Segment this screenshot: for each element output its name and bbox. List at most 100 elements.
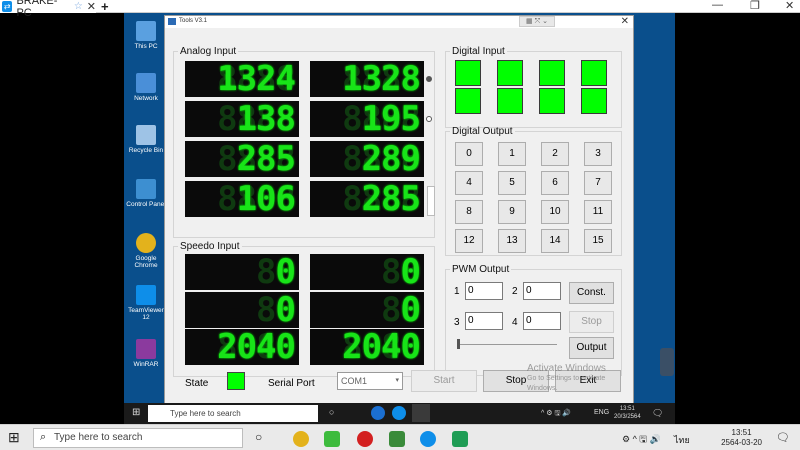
activate-windows-watermark: Activate Windows Go to Settings to activ…	[527, 363, 606, 393]
digital-output-button[interactable]: 13	[498, 229, 526, 253]
tools-titlebar[interactable]: Tools V3.1 ✕	[165, 16, 633, 28]
desktop-icon-teamviewer[interactable]: TeamViewer 12	[124, 285, 168, 321]
task-view-icon[interactable]: ○	[255, 430, 262, 444]
teamviewer-icon[interactable]	[392, 406, 406, 420]
digital-input-led	[497, 88, 523, 114]
speedo-display: 8888 2040	[185, 329, 299, 365]
notification-icon[interactable]: 🗨	[776, 431, 790, 444]
digital-output-button[interactable]: 0	[455, 142, 483, 166]
opera-icon[interactable]	[357, 431, 373, 447]
analog-display: 8888 289	[310, 141, 424, 177]
desktop-icon-recycle-bin[interactable]: Recycle Bin	[124, 125, 168, 154]
windows-start-icon[interactable]: ⊞	[8, 429, 20, 446]
digital-output-button[interactable]: 12	[455, 229, 483, 253]
minimize-button[interactable]: —	[712, 0, 723, 11]
task-view-icon[interactable]: ○	[329, 407, 334, 417]
new-tab-button[interactable]: +	[101, 0, 109, 14]
edge-icon[interactable]	[371, 406, 385, 420]
host-clock[interactable]: 13:51 2564-03-20	[721, 428, 762, 448]
digital-output-legend: Digital Output	[452, 126, 513, 137]
analog-scrollbar[interactable]	[427, 186, 435, 216]
digital-output-button[interactable]: 3	[584, 142, 612, 166]
host-language[interactable]: ไทย	[674, 433, 690, 447]
line-icon[interactable]	[324, 431, 340, 447]
digital-output-button[interactable]: 8	[455, 200, 483, 224]
analog-display: 8888 106	[185, 181, 299, 217]
digital-output-button[interactable]: 5	[498, 171, 526, 195]
host-taskbar: ⊞ Type here to search ⌕ ○ ⚙ ^ 🖫 🔊 ไทย 13…	[0, 424, 800, 450]
notification-icon[interactable]: 🗨	[652, 408, 663, 419]
speedo-display: 88 0	[310, 292, 424, 328]
windows-start-icon[interactable]: ⊞	[132, 407, 140, 418]
serial-port-select[interactable]: COM1 ▾	[337, 372, 403, 390]
analog-input-legend: Analog Input	[180, 46, 237, 57]
remote-screen[interactable]: This PC Network Recycle Bin Control Pane…	[124, 13, 675, 424]
app-icon[interactable]	[389, 431, 405, 447]
digital-output-button[interactable]: 9	[498, 200, 526, 224]
close-button[interactable]: ✕	[785, 0, 794, 12]
teamviewer-side-handle[interactable]	[660, 348, 674, 376]
teamviewer-icon: ⇄	[2, 1, 13, 12]
teamviewer-icon	[136, 285, 156, 305]
const-button[interactable]: Const.	[569, 282, 614, 304]
pwm-label-1: 1	[454, 286, 460, 297]
app-icon[interactable]	[452, 431, 468, 447]
analog-radio-1[interactable]	[426, 76, 432, 82]
session-tab[interactable]: ⇄ BRAKE-PC ☆ ✕	[0, 0, 96, 19]
winrar-icon	[136, 339, 156, 359]
tray-icons[interactable]: ⚙ ^ 🖫 🔊	[622, 432, 661, 448]
close-tab-icon[interactable]: ✕	[87, 0, 96, 13]
digital-output-button[interactable]: 15	[584, 229, 612, 253]
close-icon[interactable]: ✕	[621, 16, 629, 27]
desktop-icon-control-panel[interactable]: Control Panel	[124, 179, 168, 208]
digital-output-button[interactable]: 11	[584, 200, 612, 224]
pwm-label-2: 2	[512, 286, 518, 297]
remote-search-box[interactable]: Type here to search	[148, 405, 318, 422]
desktop-icon-chrome[interactable]: Google Chrome	[124, 233, 168, 269]
chrome-icon	[136, 233, 156, 253]
teamviewer-icon[interactable]	[420, 431, 436, 447]
window-title: Tools V3.1	[179, 18, 208, 24]
pwm-input-1[interactable]: 0	[465, 282, 503, 300]
teamviewer-tab-bar: ⇄ BRAKE-PC ☆ ✕ + — ❐ ✕	[0, 0, 800, 19]
chevron-down-icon: ▾	[395, 377, 399, 384]
serial-port-label: Serial Port	[268, 378, 315, 389]
app-icon	[168, 18, 176, 25]
desktop-icon-winrar[interactable]: WinRAR	[124, 339, 168, 368]
analog-display: 8888 1328	[310, 61, 424, 97]
pwm-slider-thumb[interactable]	[457, 339, 460, 349]
host-search-box[interactable]: Type here to search	[33, 428, 243, 448]
remote-clock[interactable]: 13:51 20/3/2564	[614, 405, 641, 421]
restore-button[interactable]: ❐	[750, 0, 760, 12]
remote-language[interactable]: ENG	[594, 409, 609, 416]
search-icon: ⌕	[40, 431, 47, 443]
digital-input-led	[581, 60, 607, 86]
computer-icon	[136, 21, 156, 41]
tools-app-icon[interactable]	[412, 404, 430, 422]
digital-output-button[interactable]: 7	[584, 171, 612, 195]
digital-output-button[interactable]: 2	[541, 142, 569, 166]
digital-output-button[interactable]: 1	[498, 142, 526, 166]
digital-input-group: Digital Input	[445, 46, 622, 128]
start-button[interactable]: Start	[411, 370, 477, 392]
digital-output-button[interactable]: 6	[541, 171, 569, 195]
speedo-display: 88 0	[310, 254, 424, 290]
analog-radio-2[interactable]	[426, 116, 432, 122]
digital-output-button[interactable]: 10	[541, 200, 569, 224]
teamviewer-mini-toolbar[interactable]: ▦ ⤧ ⌄	[519, 16, 555, 27]
pwm-stop-button[interactable]: Stop	[569, 311, 614, 333]
favorite-star-icon[interactable]: ☆	[74, 1, 83, 12]
pwm-input-2[interactable]: 0	[523, 282, 561, 300]
desktop-icon-network[interactable]: Network	[124, 73, 168, 102]
pwm-input-3[interactable]: 0	[465, 312, 503, 330]
tray-icons[interactable]: ^ ⚙ 🖫 🔊	[541, 409, 571, 420]
output-button[interactable]: Output	[569, 337, 614, 359]
digital-input-led	[455, 88, 481, 114]
chrome-icon[interactable]	[293, 431, 309, 447]
pwm-input-4[interactable]: 0	[523, 312, 561, 330]
pwm-slider[interactable]	[457, 339, 557, 349]
pwm-output-legend: PWM Output	[452, 264, 510, 275]
digital-output-button[interactable]: 4	[455, 171, 483, 195]
digital-output-button[interactable]: 14	[541, 229, 569, 253]
desktop-icon-this-pc[interactable]: This PC	[124, 21, 168, 50]
